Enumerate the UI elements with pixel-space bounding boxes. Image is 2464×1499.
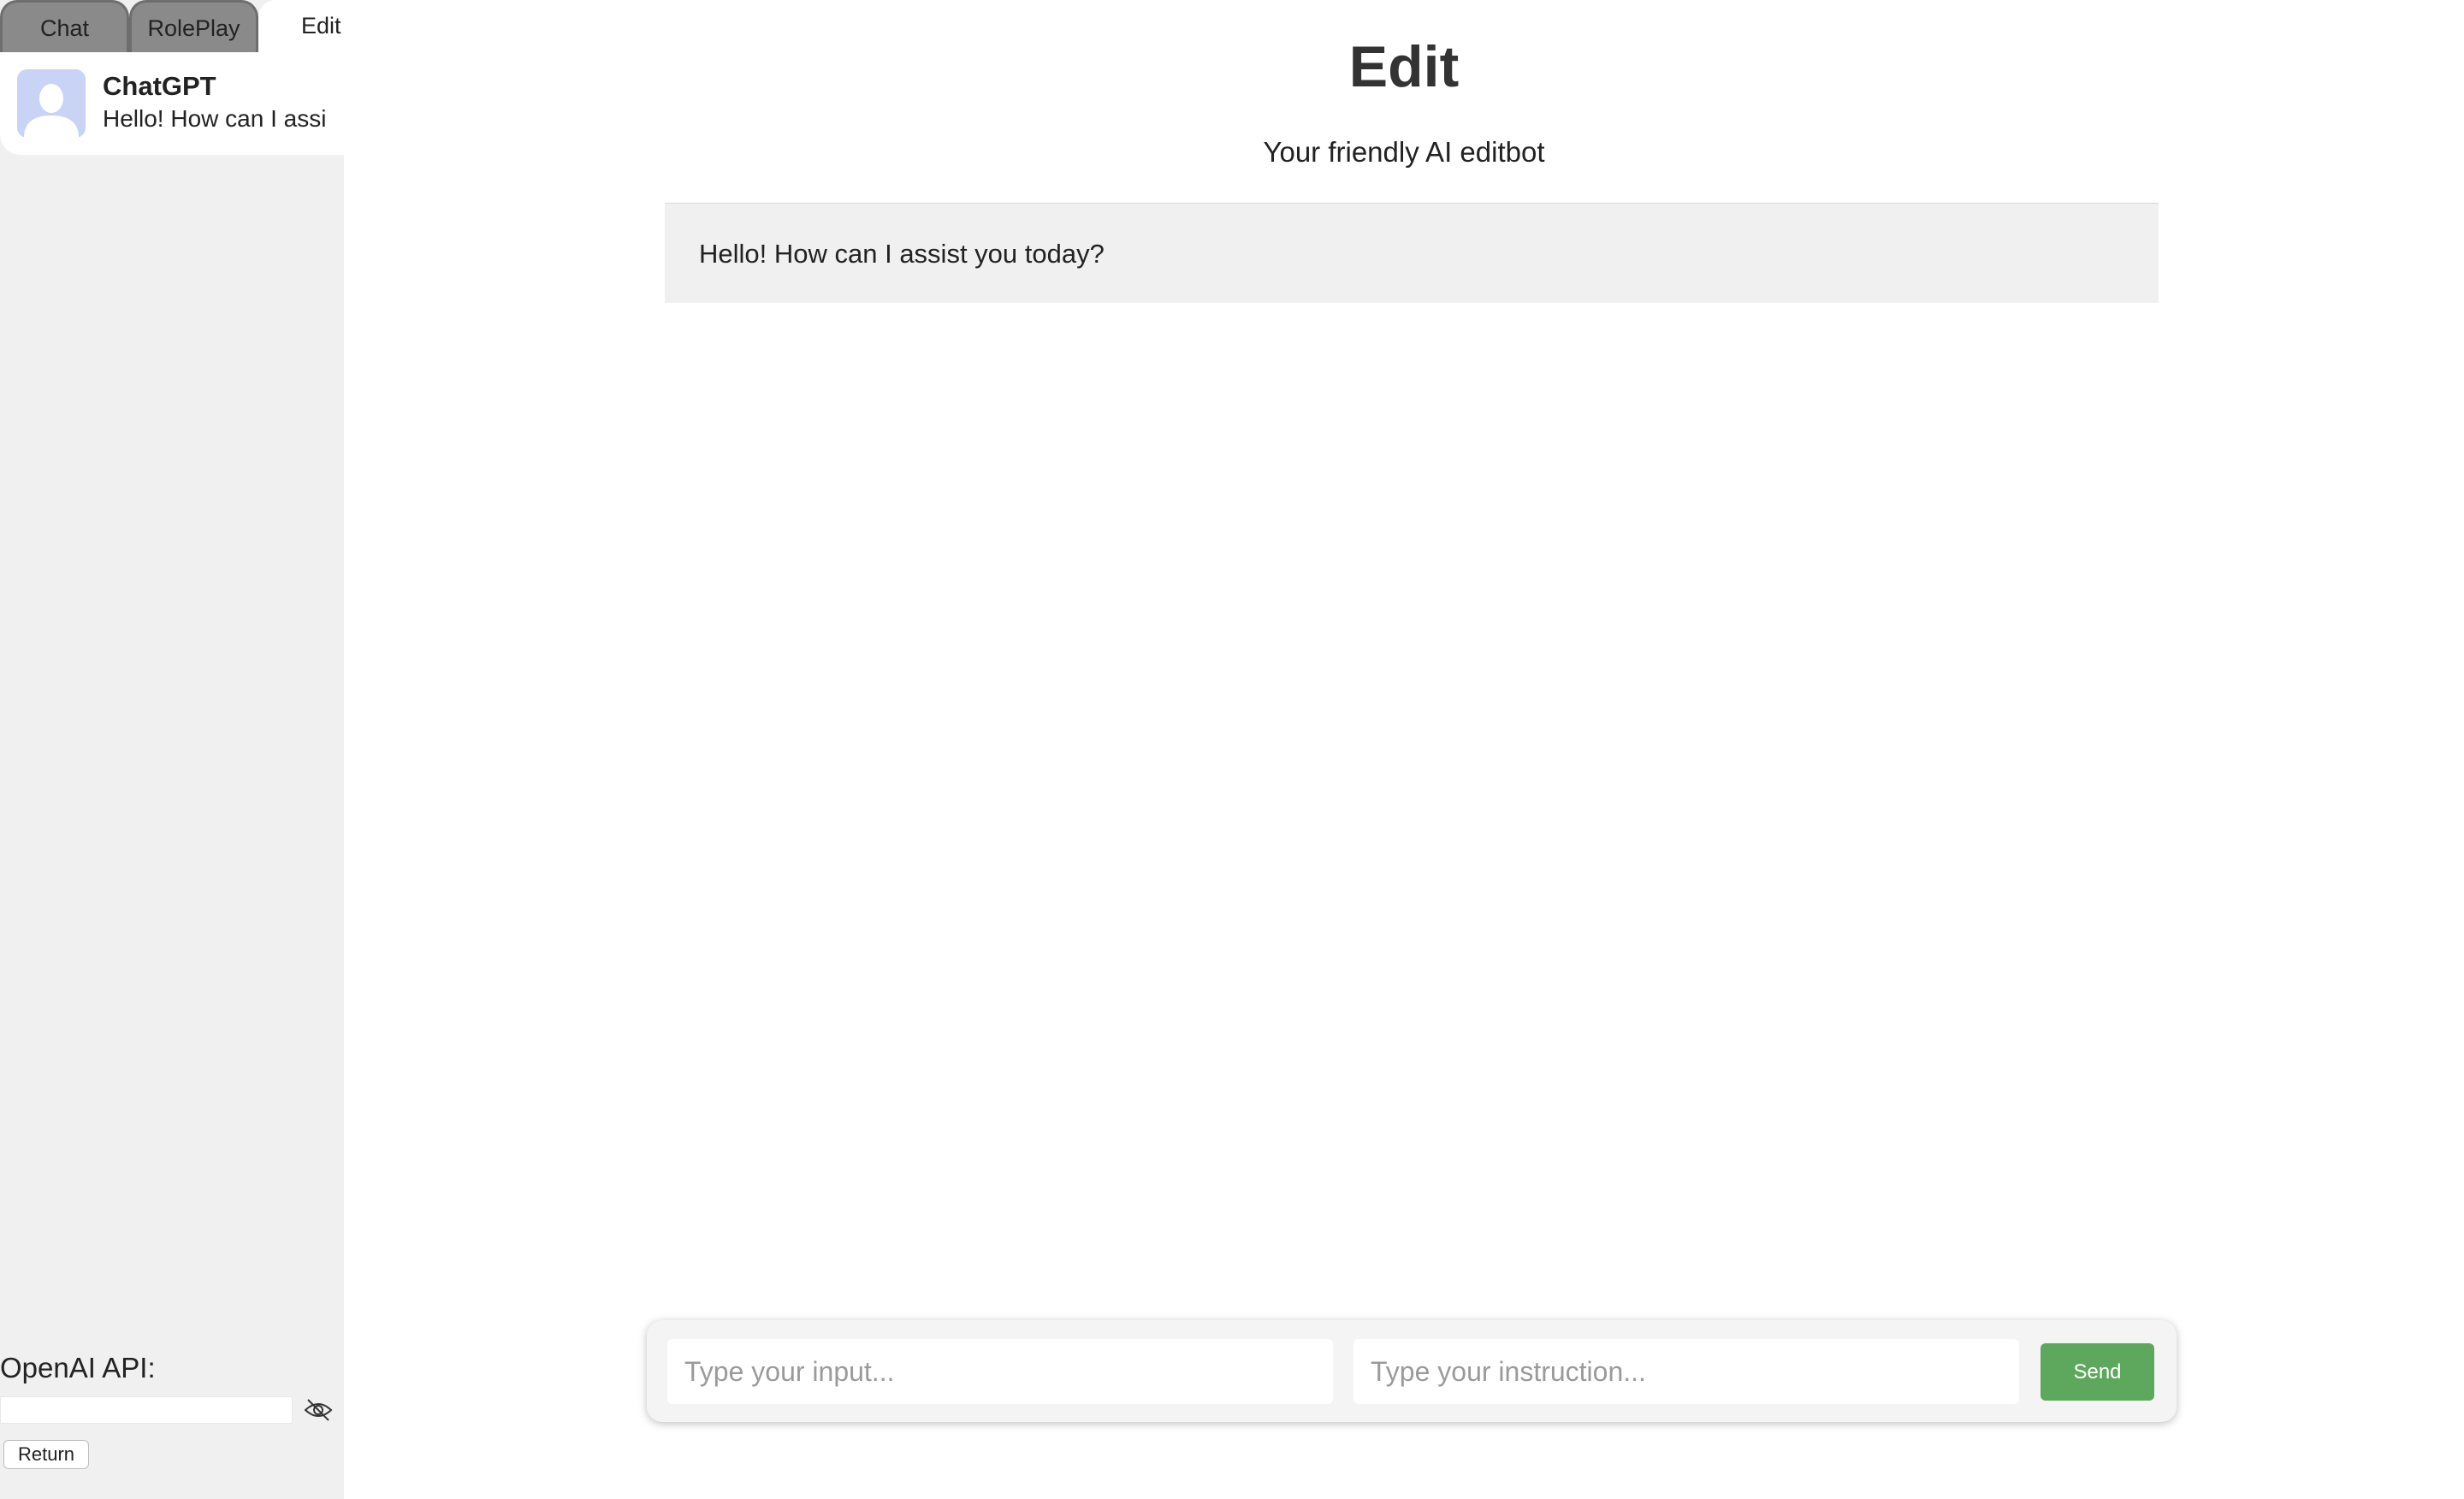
tab-roleplay[interactable]: RolePlay bbox=[129, 0, 258, 52]
tab-edit[interactable]: Edit bbox=[258, 0, 344, 52]
sidebar: Chat RolePlay Edit ChatGPT Hello! How ca… bbox=[0, 0, 344, 1499]
api-key-input[interactable] bbox=[0, 1396, 293, 1424]
tab-chat[interactable]: Chat bbox=[0, 0, 129, 52]
return-button[interactable]: Return bbox=[3, 1440, 89, 1469]
input-field[interactable] bbox=[667, 1339, 1333, 1404]
user-silhouette-icon bbox=[17, 69, 86, 138]
page-subtitle: Your friendly AI editbot bbox=[1263, 136, 1545, 168]
conversation-name: ChatGPT bbox=[103, 71, 216, 101]
send-button[interactable]: Send bbox=[2040, 1343, 2154, 1401]
page-title: Edit bbox=[1348, 34, 1460, 99]
api-key-label: OpenAI API: bbox=[0, 1352, 156, 1383]
eye-off-icon[interactable] bbox=[303, 1396, 334, 1424]
composer: Send bbox=[647, 1320, 2177, 1422]
conversation-preview: Hello! How can I assi bbox=[103, 105, 327, 132]
assistant-message: Hello! How can I assist you today? bbox=[665, 203, 2159, 303]
instruction-field[interactable] bbox=[1353, 1339, 2019, 1404]
tab-bar: Chat RolePlay Edit bbox=[0, 0, 344, 52]
conversation-item[interactable]: ChatGPT Hello! How can I assi bbox=[0, 52, 344, 155]
